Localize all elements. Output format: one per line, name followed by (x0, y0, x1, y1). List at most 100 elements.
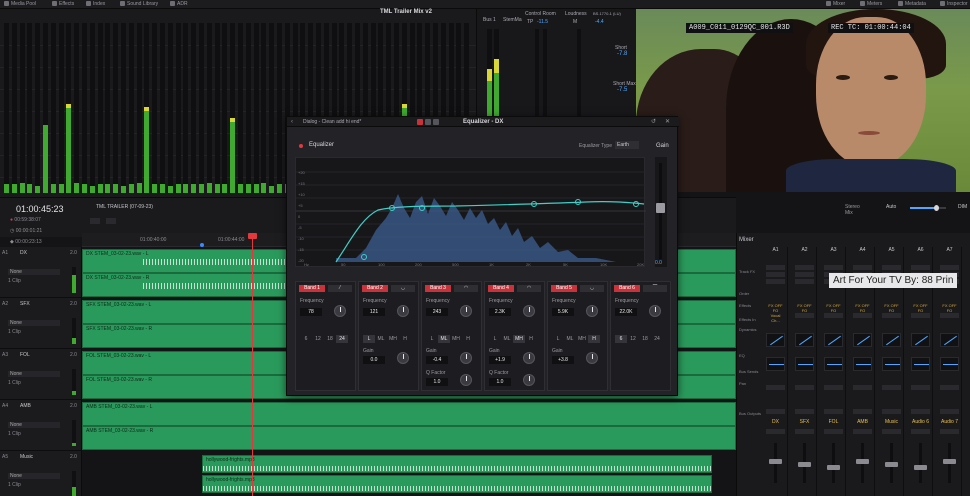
frequency-value[interactable]: 243 (426, 308, 448, 316)
pan-control[interactable] (911, 385, 930, 390)
filter-shape-icon[interactable]: ⁀ (643, 285, 667, 292)
frequency-knob[interactable] (523, 305, 535, 317)
compare-icon[interactable] (433, 119, 439, 125)
gain-knob[interactable] (460, 352, 472, 364)
band-option[interactable]: 6 (300, 335, 312, 343)
track-input-select[interactable]: None (8, 371, 60, 377)
channel-fader-thumb[interactable] (856, 459, 869, 464)
band-option[interactable]: H (399, 335, 411, 343)
frequency-knob[interactable] (586, 305, 598, 317)
channel-fader-thumb[interactable] (798, 462, 811, 467)
band-option[interactable]: 18 (639, 335, 651, 343)
band-option[interactable]: 12 (312, 335, 324, 343)
bus-output[interactable] (940, 409, 959, 414)
track-fx-slot[interactable] (795, 279, 814, 284)
channel-fader-thumb[interactable] (943, 459, 956, 464)
eq-band-5[interactable]: Band 5 ◡ Frequency 5.9K L ML MH H Gain +3.8 (547, 281, 608, 391)
fx-order-label[interactable]: FX OFF FO (766, 303, 785, 313)
solo-mute[interactable] (853, 429, 872, 434)
eq-graph-thumb[interactable] (911, 357, 930, 371)
track-fx-slot[interactable] (766, 272, 785, 277)
tab-inspector[interactable]: Inspector (940, 1, 968, 7)
channel-fader-thumb[interactable] (769, 459, 782, 464)
track-input-select[interactable]: None (8, 320, 60, 326)
dynamics-graph[interactable] (882, 333, 901, 347)
solo-mute[interactable] (824, 429, 843, 434)
track-name[interactable]: SFX (20, 301, 30, 307)
gain-knob[interactable] (397, 352, 409, 364)
pan-control[interactable] (882, 385, 901, 390)
track-header-a4[interactable]: A4 AMB 2.0 None 1 Clip (0, 400, 82, 451)
tab-adr[interactable]: ADR (170, 1, 188, 7)
gain-fader[interactable] (655, 157, 667, 267)
effects-slot[interactable] (824, 313, 843, 318)
frequency-knob[interactable] (397, 305, 409, 317)
solo-mute[interactable] (766, 429, 785, 434)
tab-metadata[interactable]: Metadata (898, 1, 926, 7)
eq-type-select[interactable]: Earth (615, 141, 639, 149)
gain-value[interactable]: +1.9 (489, 356, 511, 364)
frequency-value[interactable]: 22.0K (615, 308, 637, 316)
filter-shape-icon[interactable]: ◠ (517, 285, 541, 292)
filter-shape-icon[interactable]: ◡ (580, 285, 604, 292)
eq-band-1[interactable]: Band 1 ⁄ Frequency 78 6 12 18 24 (295, 281, 356, 391)
pan-control[interactable] (824, 385, 843, 390)
band-6-handle[interactable] (633, 201, 639, 207)
gain-value[interactable]: -0.4 (426, 356, 448, 364)
fx-order-label[interactable]: FX OFF FO (853, 303, 872, 313)
band-option[interactable]: 18 (324, 335, 336, 343)
band-option[interactable]: MH (387, 335, 399, 343)
pan-control[interactable] (766, 385, 785, 390)
video-viewer[interactable]: A009_C011_0129QC_001.R3D REC TC: 01:00:4… (636, 9, 970, 192)
eq-band-6[interactable]: Band 6 ⁀ Frequency 22.0K 6 12 18 24 (610, 281, 671, 391)
eq-band-2[interactable]: Band 2 ◡ Frequency 121 L ML MH H Gain 0.0 (358, 281, 419, 391)
q-factor-knob[interactable] (460, 374, 472, 386)
effects-slot[interactable] (911, 313, 930, 318)
band-option[interactable]: H (588, 335, 600, 343)
eq-graph-thumb[interactable] (795, 357, 814, 371)
reset-icon[interactable] (417, 119, 423, 125)
filter-shape-icon[interactable]: ⁄ (328, 285, 352, 292)
fx-order-label[interactable]: FX OFF FO (940, 303, 959, 313)
monitor-volume-thumb[interactable] (934, 205, 939, 211)
track-header-a3[interactable]: A3 FOL 2.0 None 1 Clip (0, 349, 82, 400)
band-option[interactable]: MH (450, 335, 462, 343)
band-option[interactable]: L (363, 335, 375, 343)
fx-order-label[interactable]: FX OFF FO (795, 303, 814, 313)
audio-clip[interactable]: AMB STEM_03-02-23.wav - L (82, 402, 736, 426)
dynamics-graph[interactable] (940, 333, 959, 347)
eq-graph-thumb[interactable] (824, 357, 843, 371)
timeline-name[interactable]: TML TRAILER (07-09-23) (96, 204, 153, 210)
eq-band-4[interactable]: Band 4 ◠ Frequency 2.3K L ML MH H Gain +1.9 Q Fact… (484, 281, 545, 391)
audio-clip[interactable]: hollywood-frights.mp3 (202, 455, 712, 473)
frequency-value[interactable]: 5.9K (552, 308, 574, 316)
band-option[interactable]: MH (576, 335, 588, 343)
band-option[interactable]: H (462, 335, 474, 343)
track-fx-slot[interactable] (853, 265, 872, 270)
solo-mute[interactable] (795, 429, 814, 434)
channel-fader-thumb[interactable] (914, 465, 927, 470)
dynamics-graph[interactable] (795, 333, 814, 347)
eq-graph-thumb[interactable] (853, 357, 872, 371)
fx-order-label[interactable]: FX OFF FO (824, 303, 843, 313)
band-enable-button[interactable]: Band 5 (551, 285, 577, 292)
filter-shape-icon[interactable]: ◡ (391, 285, 415, 292)
frequency-knob[interactable] (334, 305, 346, 317)
band-option[interactable]: L (426, 335, 438, 343)
bus-output[interactable] (795, 409, 814, 414)
gain-knob[interactable] (523, 352, 535, 364)
frequency-value[interactable]: 78 (300, 308, 322, 316)
tool-button[interactable] (106, 218, 116, 224)
effects-slot[interactable] (795, 313, 814, 318)
track-fx-slot[interactable] (795, 265, 814, 270)
dim-button[interactable]: DIM (958, 204, 967, 210)
effects-slot[interactable] (853, 313, 872, 318)
dynamics-graph[interactable] (824, 333, 843, 347)
tool-button[interactable] (90, 218, 100, 224)
bus-output[interactable] (911, 409, 930, 414)
band-option[interactable]: ML (375, 335, 387, 343)
tab-meters[interactable]: Meters (860, 1, 882, 7)
playhead[interactable] (252, 233, 253, 496)
track-header-a1[interactable]: A1 DX 2.0 None 1 Clip (0, 247, 82, 298)
pan-control[interactable] (853, 385, 872, 390)
